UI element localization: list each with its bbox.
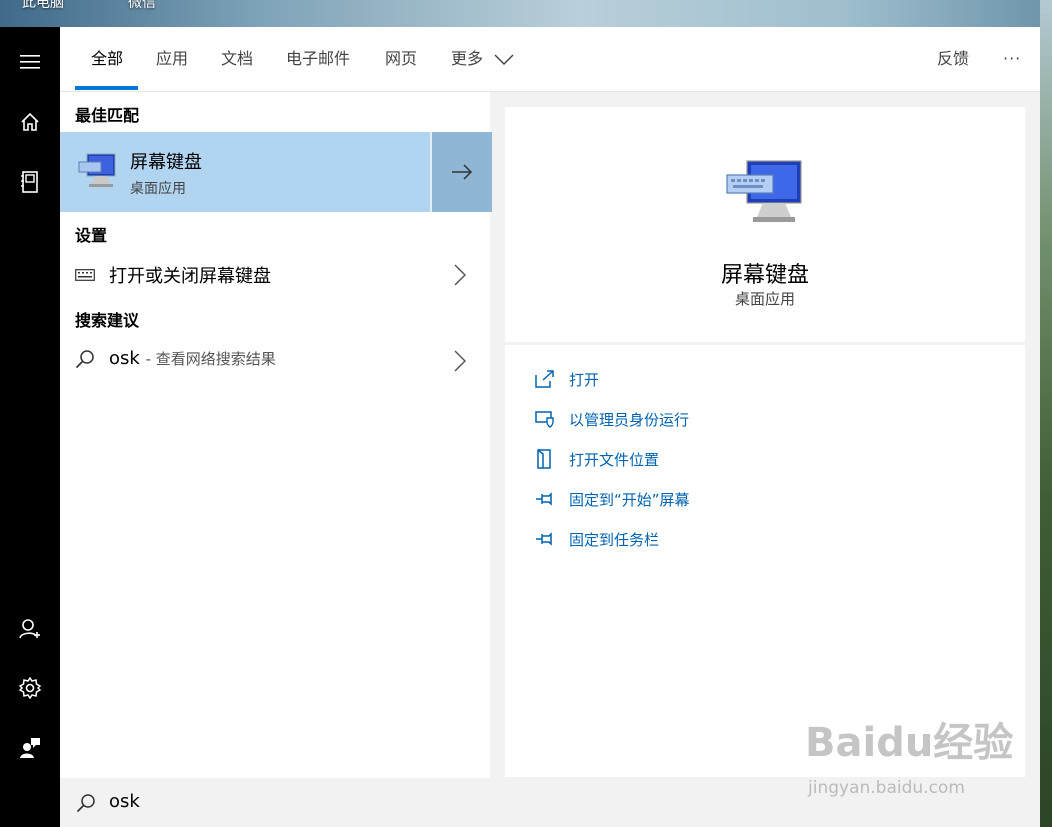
more-options-button[interactable]: ···	[1003, 48, 1021, 70]
file-location-icon	[537, 449, 551, 469]
tab-all[interactable]: 全部	[91, 48, 123, 70]
search-input-value[interactable]: osk	[109, 791, 140, 812]
search-suggestions-heading: 搜索建议	[75, 311, 140, 330]
pin-to-start-action[interactable]: 固定到“开始”屏幕	[535, 487, 690, 511]
web-suggestion-description: - 查看网络搜索结果	[145, 350, 276, 368]
search-panel: 全部 应用 文档 电子邮件 网页 更多 反馈 ··· 最佳匹配 屏幕键盘 桌面应…	[60, 27, 1040, 827]
chevron-right-icon	[454, 350, 466, 372]
admin-shield-icon	[535, 411, 554, 428]
web-suggestion-query: osk	[109, 348, 140, 369]
baidu-jingyan-watermark: Baidu经验	[805, 720, 1014, 766]
settings-result-label: 打开或关闭屏幕键盘	[109, 266, 271, 287]
hamburger-icon	[20, 55, 40, 69]
feedback-link[interactable]: 反馈	[937, 48, 969, 70]
open-file-location-label: 打开文件位置	[569, 450, 660, 469]
settings-button[interactable]	[0, 664, 60, 712]
run-as-admin-action[interactable]: 以管理员身份运行	[535, 407, 689, 431]
search-icon	[76, 794, 95, 813]
keyboard-icon	[75, 269, 95, 281]
best-match-subtitle: 桌面应用	[130, 181, 186, 197]
best-match-title: 屏幕键盘	[130, 152, 202, 173]
chevron-right-icon	[454, 264, 466, 286]
run-as-admin-label: 以管理员身份运行	[569, 410, 690, 429]
results-list: 最佳匹配 屏幕键盘 桌面应用 设置 打开或关闭屏幕键盘 搜索建议 osk - 查…	[60, 92, 492, 778]
search-filter-tabs: 全部 应用 文档 电子邮件 网页 更多 反馈 ···	[60, 27, 1040, 92]
pin-to-taskbar-action[interactable]: 固定到任务栏	[535, 527, 659, 551]
pin-to-start-label: 固定到“开始”屏幕	[569, 490, 690, 509]
search-icon	[75, 350, 94, 369]
home-button[interactable]	[0, 98, 60, 146]
home-icon	[21, 112, 39, 131]
user-add-icon	[19, 619, 40, 639]
documents-button[interactable]	[0, 158, 60, 206]
tab-web[interactable]: 网页	[385, 48, 417, 70]
open-action-label: 打开	[569, 370, 600, 389]
gear-icon	[19, 677, 41, 699]
best-match-expand-button[interactable]	[430, 132, 492, 212]
tab-active-indicator	[75, 86, 138, 90]
on-screen-keyboard-large-icon	[726, 160, 802, 222]
desktop-icon-label-this-pc[interactable]: 此电脑	[22, 0, 64, 12]
open-icon	[535, 370, 554, 388]
settings-heading: 设置	[75, 226, 108, 245]
tab-email[interactable]: 电子邮件	[286, 48, 350, 70]
detail-pane: 屏幕键盘 桌面应用 打开 以管理员身份运行 打开文件位置 固定到“开始”屏幕 固…	[505, 107, 1025, 777]
detail-header: 屏幕键盘 桌面应用	[505, 107, 1025, 342]
web-suggestion-text: osk - 查看网络搜索结果	[109, 348, 276, 369]
tab-more-label: 更多	[451, 49, 484, 68]
settings-result-item[interactable]: 打开或关闭屏幕键盘	[60, 255, 490, 295]
hamburger-menu-button[interactable]	[0, 38, 60, 86]
documents-icon	[21, 171, 38, 193]
pin-icon	[536, 492, 552, 506]
tab-documents[interactable]: 文档	[221, 48, 253, 70]
tab-apps[interactable]: 应用	[156, 48, 188, 70]
feedback-button[interactable]	[0, 724, 60, 772]
detail-subtitle: 桌面应用	[734, 290, 795, 308]
open-file-location-action[interactable]: 打开文件位置	[535, 447, 659, 471]
baidu-jingyan-watermark-url: jingyan.baidu.com	[808, 778, 965, 798]
pin-icon	[536, 532, 552, 546]
arrow-right-icon	[452, 164, 473, 180]
tab-more[interactable]: 更多	[451, 48, 514, 70]
pin-to-taskbar-label: 固定到任务栏	[569, 530, 660, 549]
best-match-item[interactable]: 屏幕键盘 桌面应用	[60, 132, 492, 212]
desktop-background: 此电脑 微信	[0, 0, 1052, 27]
feedback-person-icon	[20, 738, 40, 758]
on-screen-keyboard-app-icon	[78, 153, 116, 187]
account-button[interactable]	[0, 605, 60, 653]
chevron-down-icon	[494, 53, 514, 65]
start-left-rail	[0, 27, 60, 827]
desktop-background-right	[1040, 0, 1052, 827]
detail-title: 屏幕键盘	[720, 263, 809, 288]
open-action[interactable]: 打开	[535, 367, 599, 391]
desktop-icon-label-wechat[interactable]: 微信	[128, 0, 156, 12]
web-suggestion-item[interactable]: osk - 查看网络搜索结果	[60, 341, 490, 381]
best-match-heading: 最佳匹配	[75, 106, 140, 125]
